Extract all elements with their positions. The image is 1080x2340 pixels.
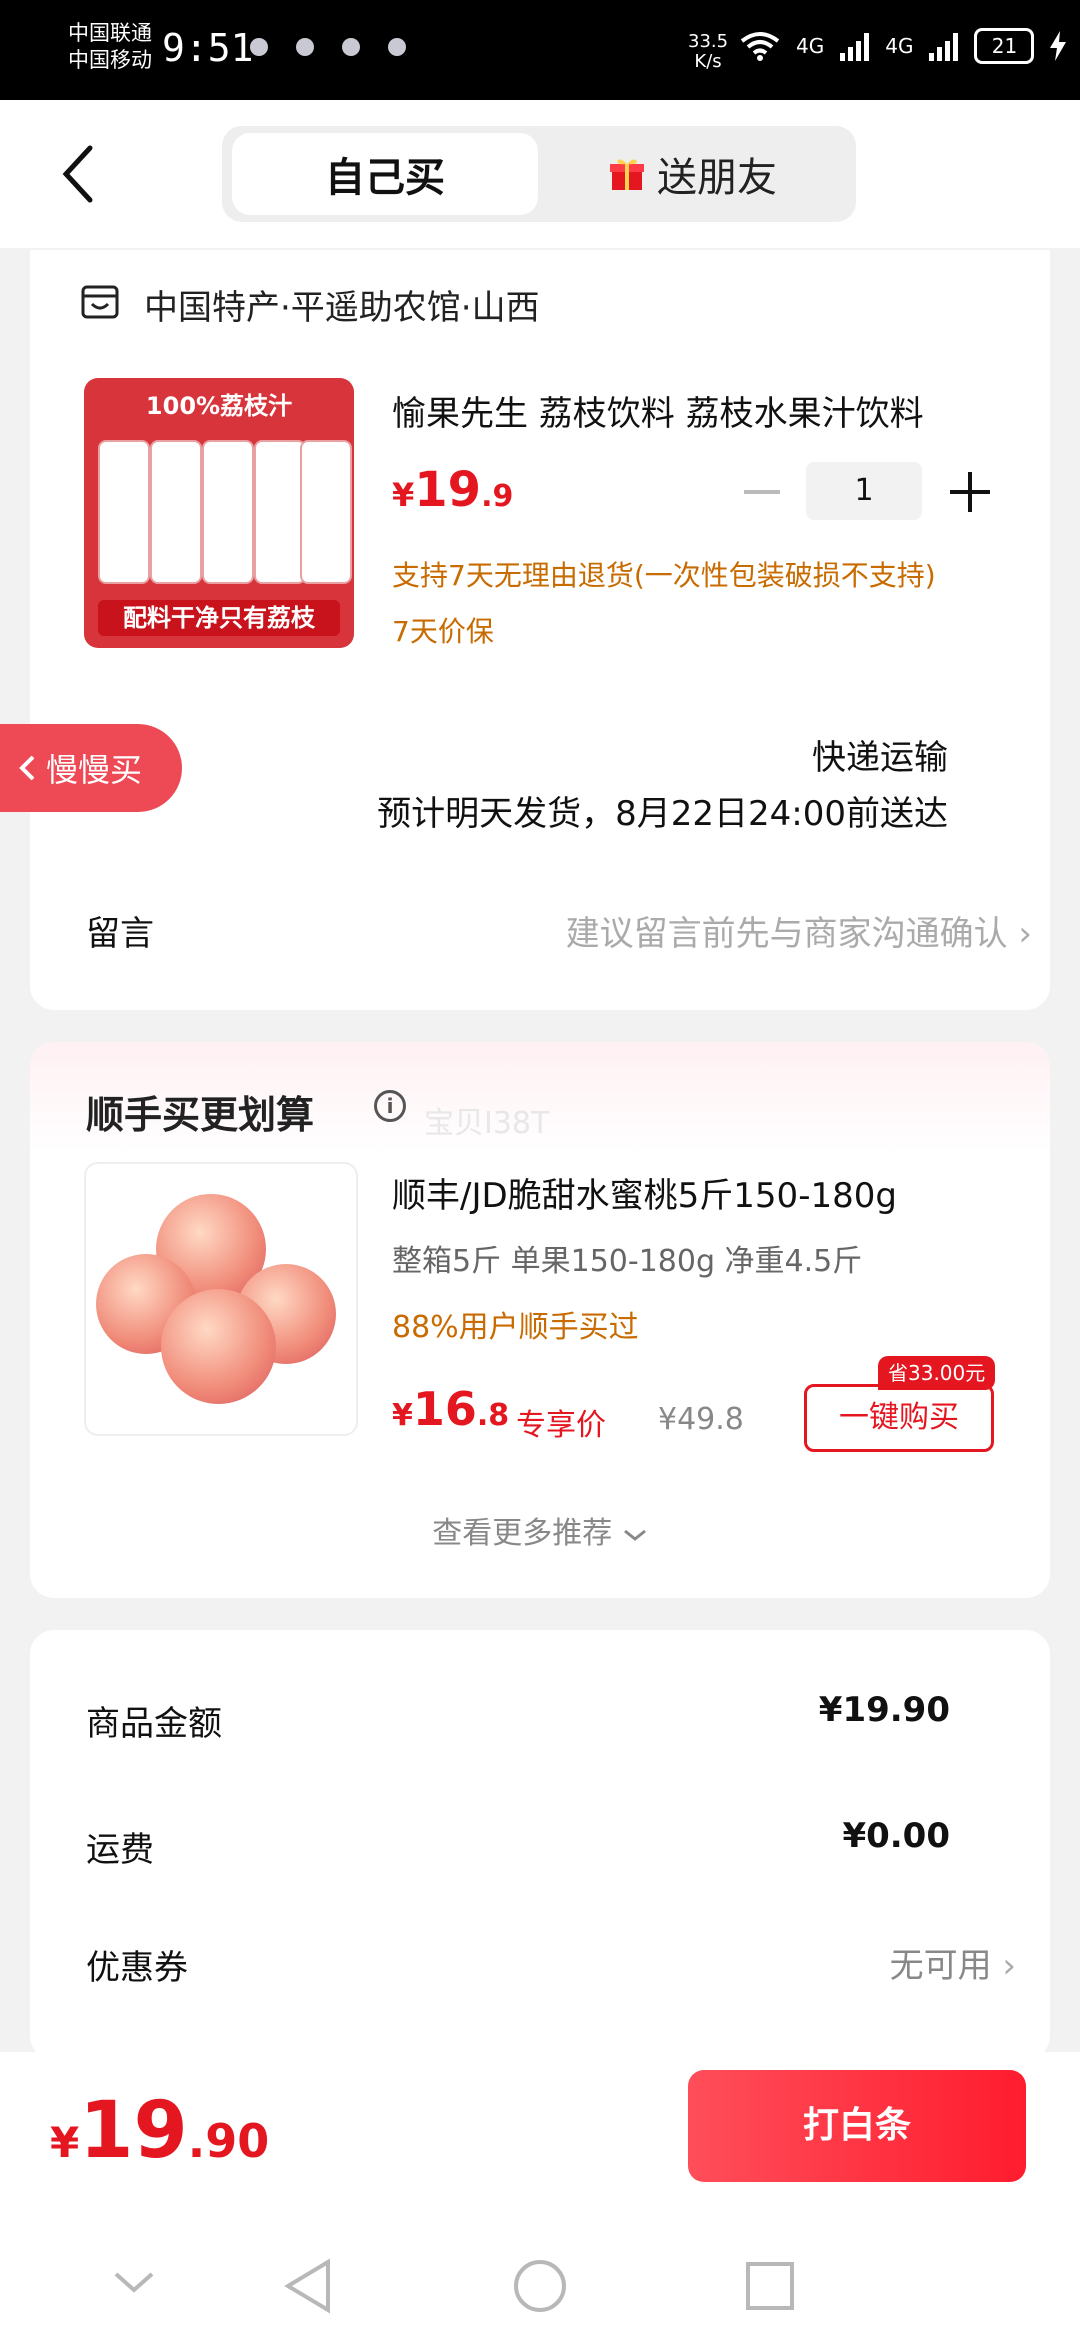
recommend-product-title[interactable]: 顺丰/JD脆甜水蜜桃5斤150-180g	[392, 1168, 1012, 1217]
quantity-input[interactable]: 1	[806, 462, 922, 520]
network-type-1: 4G	[796, 34, 825, 58]
one-click-buy-button[interactable]: 一键购买	[804, 1384, 994, 1452]
battery-icon: 21	[974, 28, 1035, 64]
recommend-product-price: ¥16.8	[392, 1382, 509, 1436]
goods-amount-label: 商品金额	[86, 1704, 222, 1744]
message-label: 留言	[86, 914, 154, 954]
see-more-recommendations[interactable]: 查看更多推荐	[0, 1508, 1080, 1552]
network-type-2: 4G	[885, 34, 914, 58]
tab-send-to-friend-label: 送朋友	[657, 155, 777, 201]
total-integer: 19	[79, 2086, 188, 2176]
recommend-product-image[interactable]	[84, 1162, 358, 1436]
notification-icon	[296, 38, 314, 56]
can-graphic	[254, 440, 306, 584]
original-price: ¥49.8	[658, 1402, 744, 1437]
system-nav-bar	[114, 2258, 794, 2314]
price-decimal: .9	[481, 479, 514, 514]
status-time: 9:51	[162, 26, 254, 70]
nav-hide-icon	[114, 2272, 154, 2293]
total-decimal: .90	[187, 2114, 270, 2168]
shipping-value: ¥0.00	[842, 1816, 950, 1856]
nav-back-icon	[284, 2258, 330, 2314]
signal-icon	[840, 31, 870, 61]
info-icon[interactable]: i	[374, 1090, 406, 1122]
watermark: 宝贝I38T	[424, 1106, 550, 1141]
carrier-1: 中国联通	[68, 21, 152, 45]
notification-icon	[388, 38, 406, 56]
store-name[interactable]: 中国特产·平遥助农馆·山西	[144, 280, 540, 329]
net-speed-unit: K/s	[694, 51, 722, 72]
product-image[interactable]: 100%荔枝汁 配料干净只有荔枝	[84, 378, 354, 648]
message-placeholder: 建议留言前先与商家沟通确认	[565, 914, 1008, 954]
delivery-type[interactable]: 快递运输	[812, 730, 948, 779]
goods-amount-value: ¥19.90	[818, 1690, 950, 1730]
product-price: ¥19.9	[392, 462, 513, 518]
slow-buy-label: 慢慢买	[46, 751, 143, 789]
can-graphic	[300, 440, 352, 584]
recommend-product-spec: 整箱5斤 单果150-180g 净重4.5斤	[392, 1244, 863, 1279]
net-speed-value: 33.5	[688, 31, 729, 52]
currency-symbol: ¥	[392, 476, 415, 514]
status-bar: 中国联通 中国移动 9:51 33.5 K/s 4G 4G 21	[0, 0, 1080, 100]
tab-send-to-friend[interactable]: 送朋友	[540, 133, 846, 215]
can-graphic	[98, 440, 150, 584]
store-icon	[81, 285, 119, 319]
exclusive-price-label: 专享价	[516, 1408, 606, 1443]
increase-quantity-button[interactable]	[950, 472, 990, 512]
system-icons: 4G 4G 21	[740, 28, 1067, 64]
chevron-right-icon: ›	[1002, 1946, 1016, 1986]
product-image-badge: 100%荔枝汁	[145, 392, 293, 420]
wifi-icon	[740, 32, 780, 61]
can-graphic	[202, 440, 254, 584]
gift-icon	[610, 159, 644, 190]
currency-symbol: ¥	[392, 1398, 413, 1433]
return-policy: 支持7天无理由退货(一次性包装破损不支持)	[392, 559, 936, 592]
chevron-right-icon: ›	[1018, 914, 1032, 954]
delivery-eta: 预计明天发货，8月22日24:00前送达	[377, 794, 948, 834]
nav-recents-icon	[746, 2262, 794, 2310]
back-icon[interactable]	[56, 144, 106, 204]
see-more-label: 查看更多推荐	[432, 1516, 613, 1551]
message-input[interactable]: 建议留言前先与商家沟通确认 ›	[566, 906, 1032, 955]
coupon-value: 无可用	[889, 1946, 992, 1986]
peach-graphic	[161, 1289, 276, 1404]
charging-icon	[1050, 31, 1067, 61]
coupon-selector[interactable]: 无可用 ›	[890, 1938, 1016, 1987]
savings-badge: 省33.00元	[878, 1356, 996, 1390]
net-speed: 33.5 K/s	[688, 32, 728, 72]
currency-symbol: ¥	[50, 2118, 80, 2167]
nav-home-icon	[514, 2260, 566, 2312]
slow-buy-button[interactable]: 慢慢买	[0, 724, 182, 812]
price-integer: 16	[412, 1382, 477, 1436]
decrease-quantity-button[interactable]	[744, 490, 780, 494]
total-price: ¥19.90	[50, 2086, 269, 2176]
price-protection: 7天价保	[392, 615, 494, 648]
product-title[interactable]: 愉果先生 荔枝饮料 荔枝水果汁饮料	[392, 386, 992, 435]
carrier-2: 中国移动	[68, 48, 152, 72]
signal-icon	[929, 31, 959, 61]
recommend-title: 顺手买更划算	[86, 1093, 315, 1137]
carrier-labels: 中国联通 中国移动	[68, 20, 152, 74]
can-graphic	[150, 440, 202, 584]
submit-order-button[interactable]: 打白条	[688, 2070, 1026, 2182]
shipping-label: 运费	[86, 1830, 154, 1870]
price-decimal: .8	[476, 1398, 510, 1433]
notification-icons	[250, 38, 406, 56]
recommend-product-buyers: 88%用户顺手买过	[392, 1310, 639, 1345]
price-integer: 19	[414, 462, 482, 518]
notification-icon	[250, 38, 268, 56]
coupon-label: 优惠券	[86, 1948, 188, 1988]
product-image-caption: 配料干净只有荔枝	[98, 600, 340, 636]
chevron-down-icon	[623, 1529, 646, 1541]
chevron-left-icon	[19, 755, 35, 781]
tab-buy-for-self[interactable]: 自己买	[232, 133, 538, 215]
notification-icon	[342, 38, 360, 56]
